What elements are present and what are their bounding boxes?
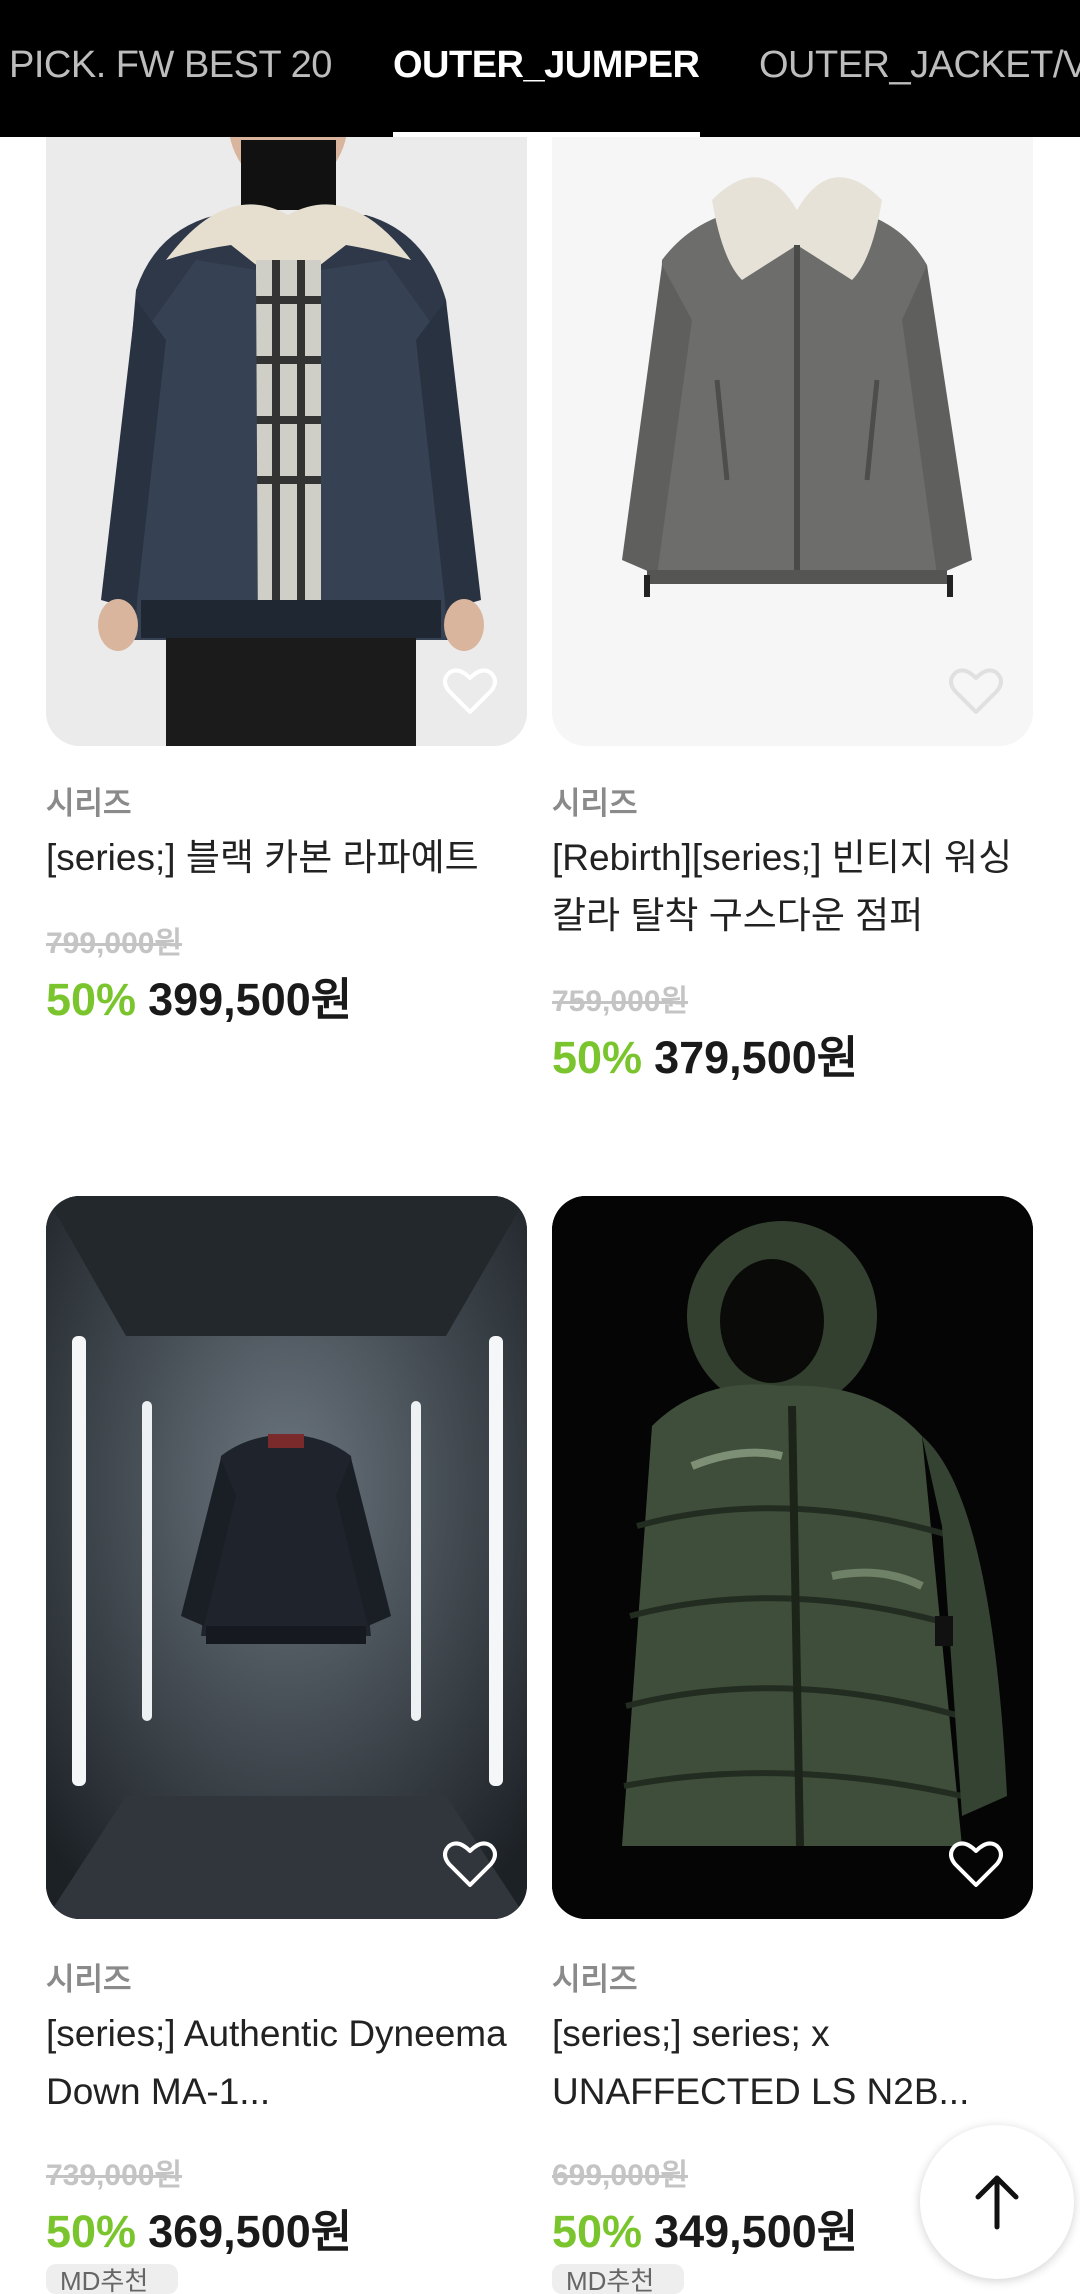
tab-pick-fw-best-20[interactable]: PICK. FW BEST 20: [9, 0, 332, 137]
wishlist-heart-icon[interactable]: [949, 1839, 1003, 1889]
wishlist-heart-icon[interactable]: [443, 1839, 497, 1889]
product-brand: 시리즈: [552, 786, 638, 821]
product-title[interactable]: [series;] 블랙 카본 라파예트: [46, 829, 527, 887]
product-price: 349,500원: [654, 2206, 859, 2257]
md-pick-badge: MD추천: [46, 2264, 178, 2294]
scroll-to-top-button[interactable]: [920, 2125, 1074, 2279]
product-brand: 시리즈: [46, 1962, 132, 1997]
tab-outer-jacket-vest[interactable]: OUTER_JACKET/VEST: [759, 0, 1080, 137]
product-original-price: 759,000원: [552, 985, 689, 1018]
product-price: 379,500원: [654, 1032, 859, 1083]
product-brand: 시리즈: [46, 786, 132, 821]
product-price: 399,500원: [148, 974, 353, 1025]
active-tab-indicator: [393, 132, 700, 137]
product-title[interactable]: [Rebirth][series;] 빈티지 워싱 칼라 탈착 구스다운 점퍼: [552, 829, 1033, 945]
product-original-price: 799,000원: [46, 927, 183, 960]
product-image[interactable]: [552, 1196, 1033, 1919]
category-tab-bar: PICK. FW BEST 20 OUTER_JUMPER OUTER_JACK…: [0, 0, 1080, 137]
product-photo-dark-bomber: [46, 1196, 527, 1919]
product-discount: 50%: [46, 974, 137, 1025]
product-title[interactable]: [series;] Authentic Dyneema Down MA-1...: [46, 2005, 527, 2121]
product-original-price: 739,000원: [46, 2159, 183, 2192]
product-original-price: 699,000원: [552, 2159, 689, 2192]
product-price-line: 50% 349,500원: [552, 2195, 858, 2260]
product-title[interactable]: [series;] series; x UNAFFECTED LS N2B...: [552, 2005, 1033, 2121]
tab-outer-jumper-label: OUTER_JUMPER: [393, 44, 700, 86]
product-price-line: 50% 399,500원: [46, 963, 352, 1028]
wishlist-heart-icon[interactable]: [443, 666, 497, 716]
product-price-line: 50% 379,500원: [552, 1021, 858, 1086]
product-brand: 시리즈: [552, 1962, 638, 1997]
product-discount: 50%: [552, 2206, 643, 2257]
wishlist-heart-icon[interactable]: [949, 666, 1003, 716]
arrow-up-icon: [975, 2175, 1019, 2230]
product-photo-green-puffer: [552, 1196, 1033, 1919]
product-price: 369,500원: [148, 2206, 353, 2257]
md-pick-badge: MD추천: [552, 2264, 684, 2294]
product-image[interactable]: [46, 1196, 527, 1919]
product-discount: 50%: [46, 2206, 137, 2257]
tab-outer-jumper[interactable]: OUTER_JUMPER: [393, 0, 700, 137]
product-discount: 50%: [552, 1032, 643, 1083]
product-price-line: 50% 369,500원: [46, 2195, 352, 2260]
